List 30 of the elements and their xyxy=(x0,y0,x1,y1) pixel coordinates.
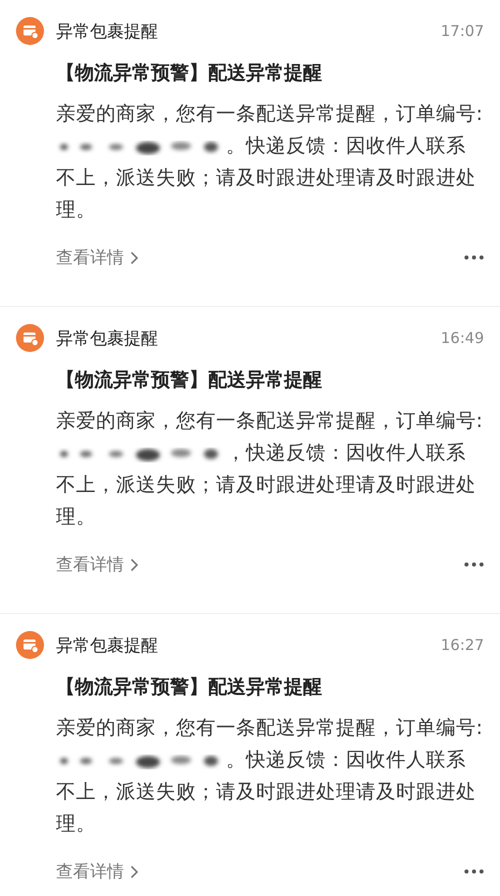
card-icon xyxy=(16,631,44,659)
message-text: ，快递反馈：因收件人联系 xyxy=(226,441,466,464)
more-icon[interactable] xyxy=(464,869,484,874)
message-heading: 【物流异常预警】配送异常提醒 xyxy=(56,368,323,393)
sender-name: 异常包裹提醒 xyxy=(56,328,158,350)
sender-name: 异常包裹提醒 xyxy=(56,634,158,656)
view-details-link[interactable]: 查看详情 xyxy=(56,860,139,883)
message-text: 亲爱的商家，您有一条配送异常提醒，订单编号: xyxy=(56,408,484,434)
more-icon[interactable] xyxy=(464,255,484,260)
message-text: 。快递反馈：因收件人联系 xyxy=(226,134,466,157)
message-text: 不上，派送失败；请及时跟进处理请及时跟进处理。 xyxy=(56,779,477,837)
card-icon xyxy=(16,324,44,352)
card-icon xyxy=(16,17,44,45)
view-details-link[interactable]: 查看详情 xyxy=(56,553,139,576)
view-details-link[interactable]: 查看详情 xyxy=(56,246,139,269)
message-heading: 【物流异常预警】配送异常提醒 xyxy=(56,61,323,86)
sender-name: 异常包裹提醒 xyxy=(56,20,158,42)
message-time: 16:49 xyxy=(440,329,484,347)
message-text: 亲爱的商家，您有一条配送异常提醒，订单编号: xyxy=(56,101,484,127)
message-heading: 【物流异常预警】配送异常提醒 xyxy=(56,675,323,700)
message-text: 亲爱的商家，您有一条配送异常提醒，订单编号: xyxy=(56,715,484,741)
chevron-icon xyxy=(130,250,139,264)
chevron-icon xyxy=(130,558,139,572)
message-text: 不上，派送失败；请及时跟进处理请及时跟进处理。 xyxy=(56,165,477,223)
more-icon[interactable] xyxy=(464,562,484,567)
chevron-icon xyxy=(130,864,139,878)
message-time: 17:07 xyxy=(440,22,484,40)
message-time: 16:27 xyxy=(440,636,484,654)
message-text: 。快递反馈：因收件人联系 xyxy=(226,748,466,771)
message-text: 不上，派送失败；请及时跟进处理请及时跟进处理。 xyxy=(56,472,477,530)
